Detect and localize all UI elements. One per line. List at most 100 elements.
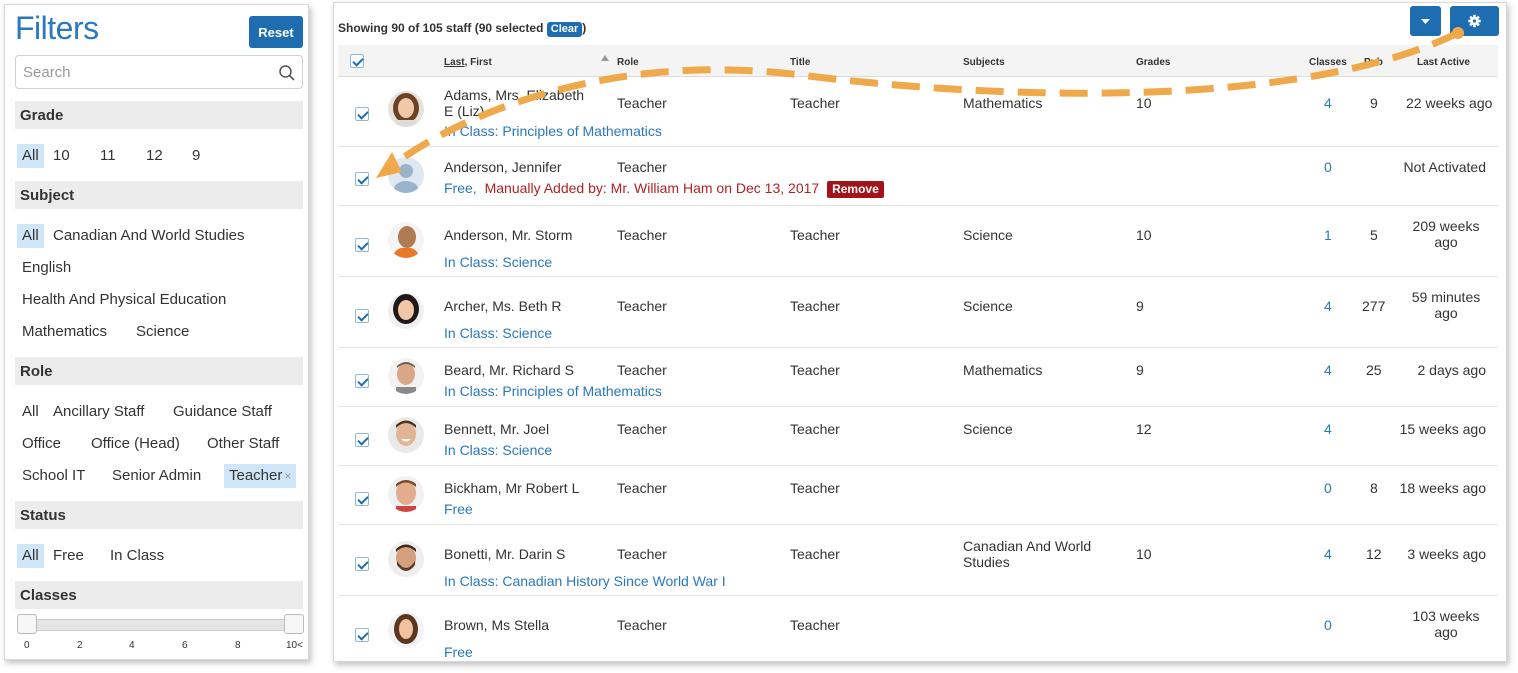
staff-pub-count: 12 (1366, 546, 1382, 562)
column-header-pub[interactable]: Pub (1364, 57, 1383, 68)
staff-name[interactable]: Beard, Mr. Richard S (444, 362, 594, 378)
select-all-checkbox[interactable] (350, 54, 364, 68)
row-checkbox[interactable] (355, 628, 369, 642)
staff-status-link[interactable]: In Class: Science (444, 254, 552, 270)
remove-button[interactable]: Remove (827, 181, 884, 198)
classes-slider-max-handle[interactable] (284, 614, 304, 634)
table-row[interactable]: Bonetti, Mr. Darin S Teacher Teacher Can… (338, 525, 1498, 596)
role-option-office[interactable]: Office (17, 432, 66, 456)
classes-tick-8: 8 (235, 640, 241, 651)
row-checkbox[interactable] (355, 492, 369, 506)
grade-option-all[interactable]: All (17, 144, 44, 168)
classes-slider-min-handle[interactable] (17, 614, 37, 634)
table-row[interactable]: Anderson, Mr. Storm Teacher Teacher Scie… (338, 206, 1498, 277)
reset-button[interactable]: Reset (249, 16, 303, 48)
staff-title: Teacher (790, 617, 840, 633)
role-option-senior-admin[interactable]: Senior Admin (107, 464, 206, 488)
table-row[interactable]: Bickham, Mr Robert L Teacher Teacher 0 8… (338, 466, 1498, 525)
staff-classes-count[interactable]: 4 (1324, 546, 1332, 562)
subject-option-canadian-world-studies[interactable]: Canadian And World Studies (48, 224, 250, 248)
table-row[interactable]: Beard, Mr. Richard S Teacher Teacher Mat… (338, 348, 1498, 407)
staff-classes-count[interactable]: 0 (1324, 617, 1332, 633)
role-option-office-head[interactable]: Office (Head) (86, 432, 185, 456)
grade-option-9[interactable]: 9 (187, 144, 205, 168)
staff-status-link[interactable]: In Class: Science (444, 442, 552, 458)
actions-dropdown-button[interactable] (1410, 6, 1441, 36)
staff-status-link[interactable]: Free (444, 501, 473, 517)
table-row[interactable]: Archer, Ms. Beth R Teacher Teacher Scien… (338, 277, 1498, 348)
settings-button[interactable] (1450, 6, 1499, 36)
subject-option-english[interactable]: English (17, 256, 76, 280)
staff-name[interactable]: Bennett, Mr. Joel (444, 421, 594, 437)
subject-option-health-pe[interactable]: Health And Physical Education (17, 288, 231, 312)
staff-name[interactable]: Bonetti, Mr. Darin S (444, 546, 594, 562)
column-header-grades[interactable]: Grades (1136, 57, 1170, 68)
status-option-in-class[interactable]: In Class (105, 544, 169, 568)
table-row[interactable]: Anderson, Jennifer Teacher 0 Not Activat… (338, 147, 1498, 206)
staff-status-link[interactable]: In Class: Canadian History Since World W… (444, 573, 726, 589)
staff-name[interactable]: Adams, Mrs. Elizabeth E (Liz) (444, 87, 594, 119)
showing-count: Showing 90 of 105 staff (338, 21, 472, 35)
column-header-subjects[interactable]: Subjects (963, 57, 1005, 68)
role-option-ancillary-staff[interactable]: Ancillary Staff (48, 400, 149, 424)
row-checkbox[interactable] (355, 107, 369, 121)
subject-option-all[interactable]: All (17, 224, 44, 248)
staff-status-link[interactable]: Free, (444, 180, 477, 196)
staff-classes-count[interactable]: 4 (1324, 421, 1332, 437)
role-option-all[interactable]: All (17, 400, 44, 424)
staff-name[interactable]: Archer, Ms. Beth R (444, 298, 594, 314)
staff-name[interactable]: Brown, Ms Stella (444, 617, 594, 633)
staff-name[interactable]: Bickham, Mr Robert L (444, 480, 594, 496)
grade-option-10[interactable]: 10 (48, 144, 75, 168)
row-checkbox[interactable] (355, 433, 369, 447)
search-input[interactable] (16, 56, 266, 88)
column-header-title[interactable]: Title (790, 57, 810, 68)
staff-name[interactable]: Anderson, Jennifer (444, 159, 594, 175)
row-checkbox[interactable] (355, 374, 369, 388)
staff-role: Teacher (617, 159, 667, 175)
staff-name[interactable]: Anderson, Mr. Storm (444, 227, 594, 243)
role-option-guidance-staff[interactable]: Guidance Staff (168, 400, 277, 424)
staff-classes-count[interactable]: 4 (1324, 362, 1332, 378)
row-checkbox[interactable] (355, 172, 369, 186)
table-header: Last, First Role Title Subjects Grades C… (338, 45, 1498, 77)
staff-classes-count[interactable]: 0 (1324, 159, 1332, 175)
remove-filter-icon[interactable]: × (284, 469, 291, 483)
table-row[interactable]: Brown, Ms Stella Teacher Teacher 0 103 w… (338, 596, 1498, 661)
status-option-free[interactable]: Free (48, 544, 89, 568)
column-header-last-active[interactable]: Last Active (1417, 57, 1470, 68)
role-option-teacher[interactable]: Teacher × (224, 464, 297, 488)
column-header-classes[interactable]: Classes (1309, 57, 1347, 68)
subject-option-mathematics[interactable]: Mathematics (17, 320, 112, 344)
manual-add-note: Manually Added by: Mr. William Ham on De… (484, 180, 820, 196)
staff-role: Teacher (617, 95, 667, 111)
staff-status-link[interactable]: In Class: Science (444, 325, 552, 341)
staff-status-link[interactable]: In Class: Principles of Mathematics (444, 123, 662, 139)
staff-status-link[interactable]: Free (444, 644, 473, 660)
search-icon[interactable] (278, 64, 296, 82)
grade-option-12[interactable]: 12 (141, 144, 168, 168)
avatar (388, 293, 424, 329)
staff-classes-count[interactable]: 4 (1324, 95, 1332, 111)
role-option-school-it[interactable]: School IT (17, 464, 90, 488)
staff-classes-count[interactable]: 4 (1324, 298, 1332, 314)
classes-tick-4: 4 (129, 640, 135, 651)
row-checkbox[interactable] (355, 309, 369, 323)
staff-status-link[interactable]: In Class: Principles of Mathematics (444, 383, 662, 399)
status-option-all[interactable]: All (17, 544, 44, 568)
column-header-name[interactable]: Last, First (444, 57, 492, 68)
role-option-teacher-label: Teacher (229, 467, 283, 484)
column-header-role[interactable]: Role (617, 57, 639, 68)
table-row[interactable]: Bennett, Mr. Joel Teacher Teacher Scienc… (338, 407, 1498, 466)
staff-table-panel: Showing 90 of 105 staff (90 selected Cle… (333, 2, 1507, 662)
staff-classes-count[interactable]: 1 (1324, 227, 1332, 243)
staff-classes-count[interactable]: 0 (1324, 480, 1332, 496)
role-option-other-staff[interactable]: Other Staff (202, 432, 284, 456)
clear-selection-button[interactable]: Clear (546, 22, 583, 37)
table-row[interactable]: Adams, Mrs. Elizabeth E (Liz) Teacher Te… (338, 77, 1498, 147)
classes-range-slider[interactable] (27, 619, 295, 631)
subject-option-science[interactable]: Science (131, 320, 194, 344)
grade-option-11[interactable]: 11 (95, 144, 121, 168)
row-checkbox[interactable] (355, 238, 369, 252)
row-checkbox[interactable] (355, 557, 369, 571)
